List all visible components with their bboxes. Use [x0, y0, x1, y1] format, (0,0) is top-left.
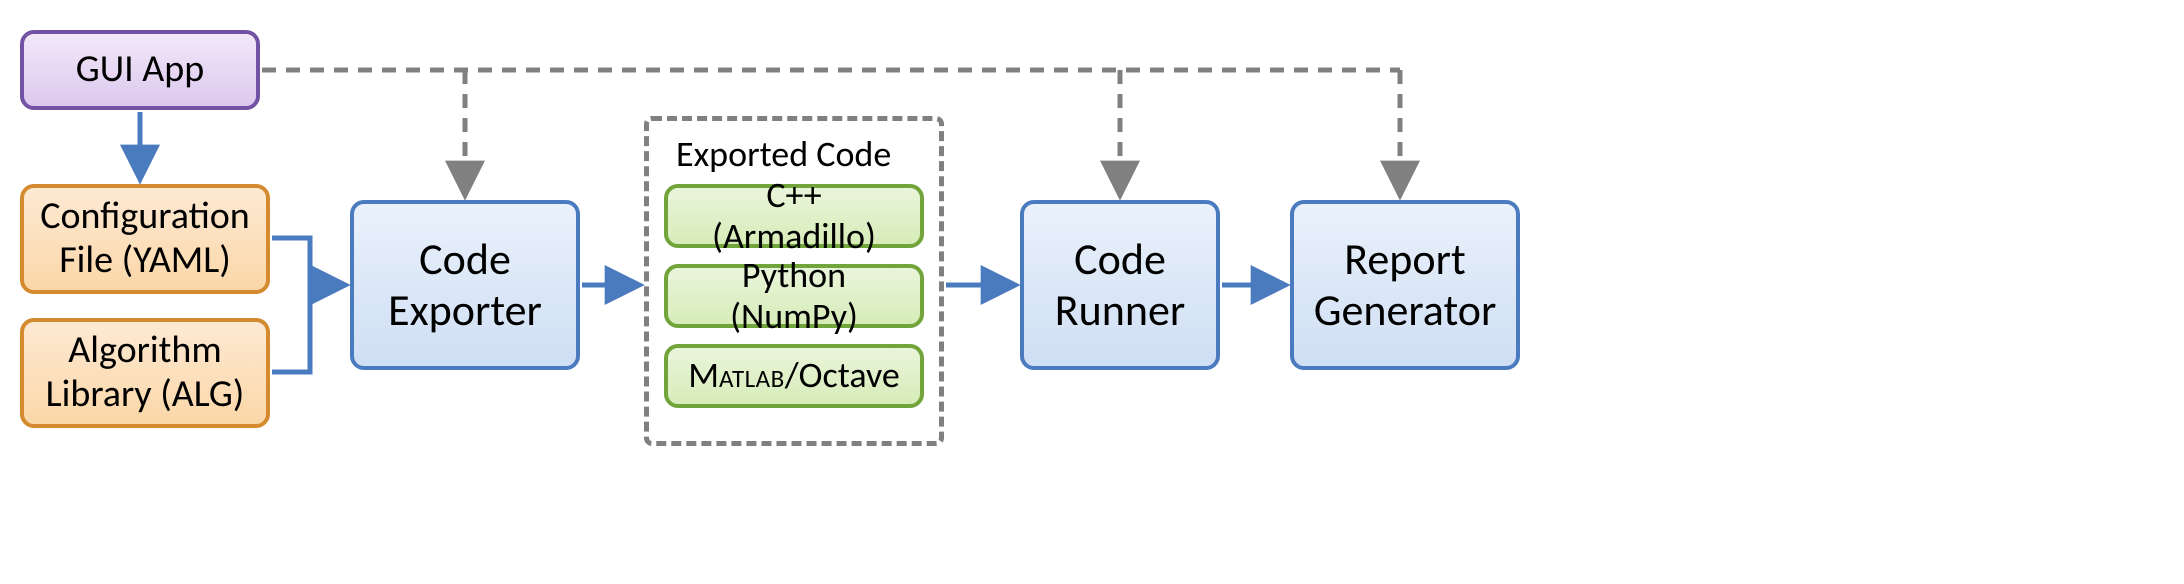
node-lang-cpp: C++ (Armadillo) — [664, 184, 924, 248]
diagram-canvas: GUI App Configuration File (YAML) Algori… — [0, 0, 2184, 584]
node-lang-matlab: Matlab/Octave — [664, 344, 924, 408]
group-exported-code-label: Exported Code — [676, 132, 891, 176]
matlab-suffix: /Octave — [785, 353, 900, 397]
node-code-runner: Code Runner — [1020, 200, 1220, 370]
node-code-exporter: Code Exporter — [350, 200, 580, 370]
node-config-file: Configuration File (YAML) — [20, 184, 270, 294]
edge-inputs-to-exporter — [272, 238, 344, 372]
node-gui-app: GUI App — [20, 30, 260, 110]
node-report-generator: Report Generator — [1290, 200, 1520, 370]
matlab-prefix: M — [688, 353, 719, 397]
node-algo-lib: Algorithm Library (ALG) — [20, 318, 270, 428]
matlab-smallcaps: atlab — [719, 353, 785, 397]
node-lang-python: Python (NumPy) — [664, 264, 924, 328]
